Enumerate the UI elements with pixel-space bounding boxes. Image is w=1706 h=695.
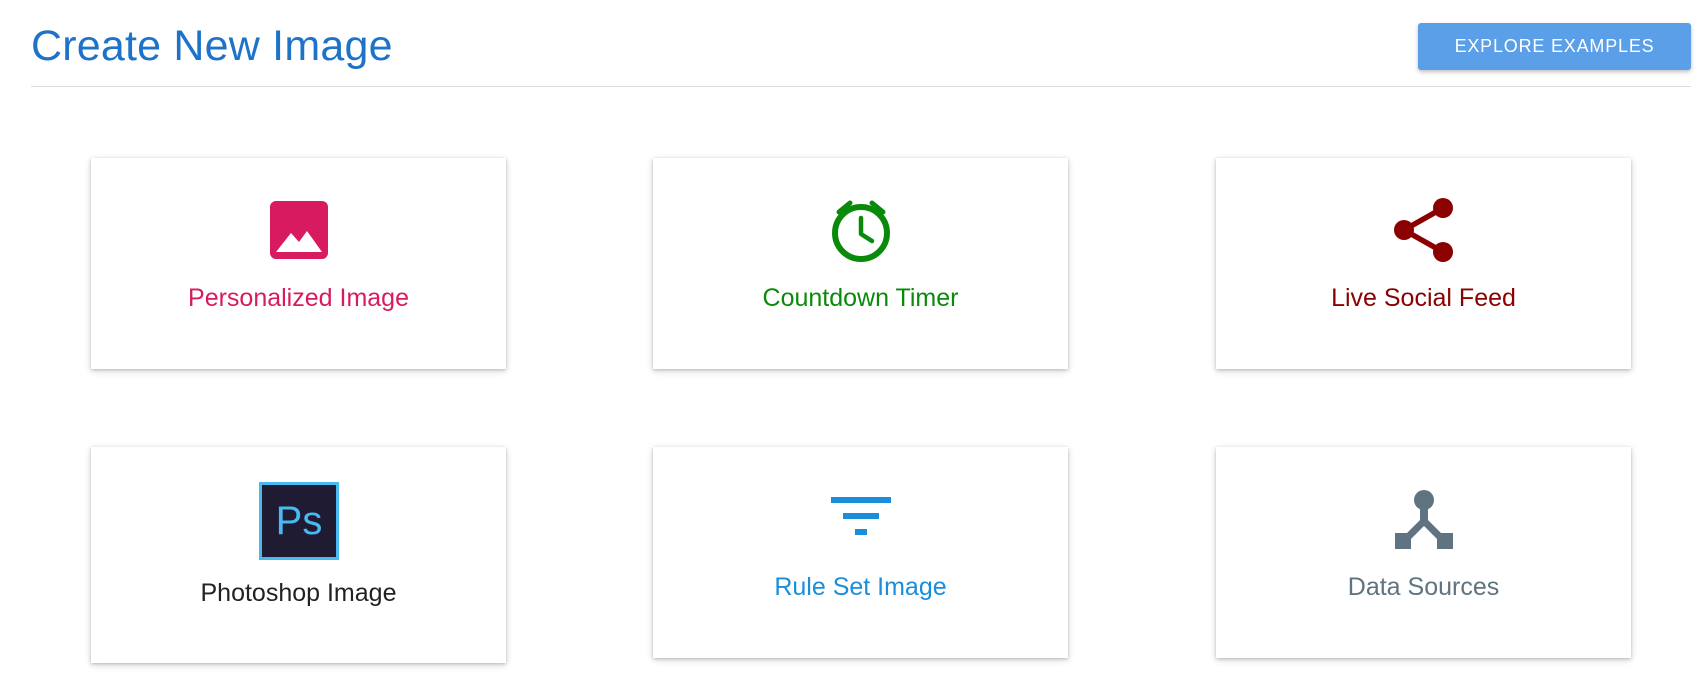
- card-label: Data Sources: [1347, 573, 1500, 601]
- countdown-timer-card[interactable]: Countdown Timer: [653, 158, 1068, 369]
- card-label: Live Social Feed: [1331, 284, 1516, 312]
- card-label: Personalized Image: [188, 284, 409, 312]
- photoshop-image-card[interactable]: Ps Photoshop Image: [91, 447, 506, 663]
- image-icon: [269, 201, 328, 259]
- rule-set-image-card[interactable]: Rule Set Image: [653, 447, 1068, 658]
- svg-text:Ps: Ps: [275, 499, 322, 543]
- explore-examples-button[interactable]: EXPLORE EXAMPLES: [1418, 23, 1691, 70]
- alarm-clock-icon: [831, 200, 890, 262]
- page-title: Create New Image: [31, 22, 393, 70]
- personalized-image-card[interactable]: Personalized Image: [91, 158, 506, 369]
- share-icon: [1393, 198, 1453, 262]
- data-sources-card[interactable]: Data Sources: [1216, 447, 1631, 658]
- card-label: Countdown Timer: [762, 284, 959, 312]
- live-social-feed-card[interactable]: Live Social Feed: [1216, 158, 1631, 369]
- create-new-image-page: Create New Image EXPLORE EXAMPLES Person…: [0, 0, 1706, 695]
- filter-icon: [830, 497, 891, 535]
- card-label: Photoshop Image: [200, 579, 397, 607]
- page-header: Create New Image EXPLORE EXAMPLES: [31, 0, 1691, 87]
- data-sources-icon: [1394, 490, 1453, 549]
- card-label: Rule Set Image: [774, 573, 947, 601]
- photoshop-icon: Ps: [258, 482, 339, 560]
